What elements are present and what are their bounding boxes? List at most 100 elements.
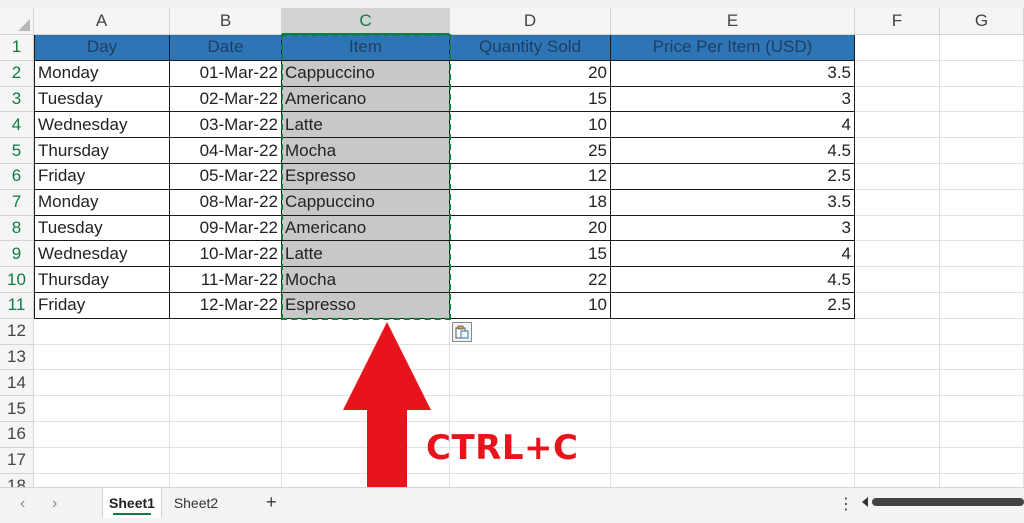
row-header-9[interactable]: 9 (0, 241, 34, 268)
empty-cell[interactable] (611, 396, 855, 422)
select-all-corner[interactable] (0, 8, 34, 35)
empty-cell[interactable] (170, 473, 282, 487)
table-cell[interactable]: Friday (34, 293, 170, 319)
table-cell[interactable]: 4.5 (611, 138, 855, 164)
table-cell[interactable]: 03-Mar-22 (170, 112, 282, 139)
table-cell[interactable]: Friday (34, 164, 170, 190)
empty-cell[interactable] (940, 241, 1024, 268)
empty-cell[interactable] (855, 473, 940, 487)
table-cell[interactable]: Wednesday (34, 241, 170, 268)
more-options-icon[interactable]: ⋮ (838, 494, 854, 514)
table-cell[interactable]: Latte (282, 241, 450, 268)
table-cell[interactable]: 25 (450, 138, 611, 164)
empty-cell[interactable] (611, 447, 855, 474)
row-header-8[interactable]: 8 (0, 215, 34, 242)
empty-cell[interactable] (940, 112, 1024, 139)
column-header-c[interactable]: C (282, 8, 450, 35)
table-cell[interactable]: Mocha (282, 138, 450, 164)
table-header-cell[interactable]: Day (34, 35, 170, 61)
empty-cell[interactable] (611, 344, 855, 371)
row-header-4[interactable]: 4 (0, 112, 34, 139)
table-cell[interactable]: 4 (611, 112, 855, 139)
paste-options-button[interactable] (452, 322, 472, 342)
empty-cell[interactable] (940, 293, 1024, 319)
empty-cell[interactable] (855, 86, 940, 113)
table-cell[interactable]: 10 (450, 112, 611, 139)
column-header-a[interactable]: A (34, 8, 170, 35)
next-sheet-icon[interactable]: › (52, 495, 57, 513)
empty-cell[interactable] (450, 318, 611, 345)
row-header-16[interactable]: 16 (0, 422, 34, 448)
empty-cell[interactable] (855, 293, 940, 319)
table-cell[interactable]: 12-Mar-22 (170, 293, 282, 319)
table-cell[interactable]: 3.5 (611, 189, 855, 216)
row-header-11[interactable]: 11 (0, 293, 34, 319)
column-header-e[interactable]: E (611, 8, 855, 35)
row-header-13[interactable]: 13 (0, 344, 34, 371)
row-header-15[interactable]: 15 (0, 396, 34, 422)
table-header-cell[interactable]: Quantity Sold (450, 35, 611, 61)
table-cell[interactable]: 3.5 (611, 60, 855, 87)
table-cell[interactable]: Espresso (282, 164, 450, 190)
row-header-14[interactable]: 14 (0, 370, 34, 397)
table-cell[interactable]: Tuesday (34, 215, 170, 242)
table-header-cell[interactable]: Price Per Item (USD) (611, 35, 855, 61)
empty-cell[interactable] (855, 138, 940, 164)
table-cell[interactable]: 15 (450, 241, 611, 268)
empty-cell[interactable] (855, 164, 940, 190)
table-cell[interactable]: 4 (611, 241, 855, 268)
empty-cell[interactable] (450, 344, 611, 371)
table-cell[interactable]: Mocha (282, 267, 450, 293)
empty-cell[interactable] (450, 473, 611, 487)
table-header-cell[interactable]: Date (170, 35, 282, 61)
table-cell[interactable]: 02-Mar-22 (170, 86, 282, 113)
empty-cell[interactable] (855, 112, 940, 139)
empty-cell[interactable] (940, 473, 1024, 487)
row-header-17[interactable]: 17 (0, 447, 34, 474)
empty-cell[interactable] (450, 396, 611, 422)
table-cell[interactable]: 08-Mar-22 (170, 189, 282, 216)
empty-cell[interactable] (170, 422, 282, 448)
empty-cell[interactable] (170, 344, 282, 371)
empty-cell[interactable] (940, 396, 1024, 422)
horizontal-scrollbar-thumb[interactable] (872, 498, 1024, 506)
table-cell[interactable]: 3 (611, 86, 855, 113)
empty-cell[interactable] (34, 422, 170, 448)
empty-cell[interactable] (34, 344, 170, 371)
empty-cell[interactable] (34, 396, 170, 422)
table-cell[interactable]: 22 (450, 267, 611, 293)
empty-cell[interactable] (855, 447, 940, 474)
empty-cell[interactable] (855, 241, 940, 268)
empty-cell[interactable] (34, 370, 170, 397)
table-cell[interactable]: Monday (34, 189, 170, 216)
empty-cell[interactable] (34, 318, 170, 345)
table-cell[interactable]: Cappuccino (282, 60, 450, 87)
empty-cell[interactable] (450, 370, 611, 397)
empty-cell[interactable] (855, 318, 940, 345)
table-cell[interactable]: Americano (282, 215, 450, 242)
table-cell[interactable]: 01-Mar-22 (170, 60, 282, 87)
empty-cell[interactable] (940, 189, 1024, 216)
table-cell[interactable]: Cappuccino (282, 189, 450, 216)
row-header-2[interactable]: 2 (0, 60, 34, 87)
empty-cell[interactable] (940, 215, 1024, 242)
table-cell[interactable]: Thursday (34, 267, 170, 293)
tab-sheet2[interactable]: Sheet2 (166, 488, 226, 518)
table-cell[interactable]: 09-Mar-22 (170, 215, 282, 242)
empty-cell[interactable] (611, 370, 855, 397)
empty-cell[interactable] (855, 189, 940, 216)
empty-cell[interactable] (855, 267, 940, 293)
empty-cell[interactable] (170, 370, 282, 397)
table-cell[interactable]: 05-Mar-22 (170, 164, 282, 190)
empty-cell[interactable] (940, 35, 1024, 61)
empty-cell[interactable] (940, 164, 1024, 190)
empty-cell[interactable] (611, 473, 855, 487)
empty-cell[interactable] (855, 344, 940, 371)
table-cell[interactable]: 2.5 (611, 293, 855, 319)
row-header-6[interactable]: 6 (0, 164, 34, 190)
table-cell[interactable]: Monday (34, 60, 170, 87)
table-cell[interactable]: Wednesday (34, 112, 170, 139)
scroll-left-icon[interactable] (862, 497, 868, 507)
table-cell[interactable]: 10 (450, 293, 611, 319)
row-header-1[interactable]: 1 (0, 35, 34, 61)
